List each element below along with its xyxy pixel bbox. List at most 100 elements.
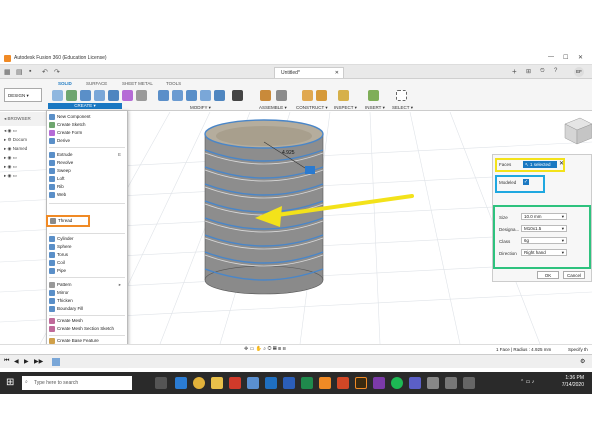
select-icon[interactable] (396, 90, 407, 101)
axis-icon[interactable] (316, 90, 327, 101)
menu-item-create-mesh[interactable]: Create Mesh (47, 317, 127, 325)
timeline-start-icon[interactable]: ⏮ (4, 358, 9, 365)
menu-item-create-form[interactable]: Create Form (47, 129, 127, 137)
app-icon[interactable] (445, 377, 457, 389)
help-icon[interactable]: ? (554, 68, 557, 74)
teams-icon[interactable] (409, 377, 421, 389)
menu-item-sweep[interactable]: Sweep (47, 167, 127, 175)
as-built-joint-icon[interactable] (276, 90, 287, 101)
task-view-icon[interactable] (155, 377, 167, 389)
construct-group-label[interactable]: CONSTRUCT ▾ (296, 105, 328, 111)
acrobat-icon[interactable] (229, 377, 241, 389)
menu-item-thicken[interactable]: Thicken (47, 297, 127, 305)
edge-icon[interactable] (175, 377, 187, 389)
avatar[interactable]: EF (574, 67, 584, 77)
tab-tools[interactable]: TOOLS (166, 81, 181, 86)
app-icon[interactable] (427, 377, 439, 389)
file-explorer-icon[interactable] (211, 377, 223, 389)
menu-item-loft[interactable]: Loft (47, 175, 127, 183)
menu-item-create-mesh-section-sketch[interactable]: Create Mesh Section Sketch (47, 325, 127, 333)
close-icon[interactable]: ✕ (578, 54, 583, 61)
menu-item-cylinder[interactable]: Cylinder (47, 235, 127, 243)
measure-icon[interactable] (338, 90, 349, 101)
app-icon[interactable] (463, 377, 475, 389)
faces-selection-button[interactable]: ↖ 1 selected (523, 161, 557, 168)
threaded-cylinder[interactable] (204, 119, 324, 295)
assemble-group-label[interactable]: ASSEMBLE ▾ (259, 105, 287, 111)
excel-icon[interactable] (301, 377, 313, 389)
ok-button[interactable]: OK (537, 271, 559, 279)
sketch-icon[interactable] (66, 90, 77, 101)
document-tab[interactable]: Untitled* ✕ (274, 67, 344, 78)
combine-icon[interactable] (214, 90, 225, 101)
form-icon[interactable] (122, 90, 133, 101)
minimize-icon[interactable]: — (548, 54, 554, 60)
browser-item-origin[interactable]: ▸ ◉ ▭ (4, 155, 17, 161)
menu-item-pattern[interactable]: Pattern ▸ (47, 281, 127, 289)
menu-item-torus[interactable]: Torus (47, 251, 127, 259)
create-menu-trigger[interactable]: CREATE ▾ (48, 103, 122, 109)
timeline-settings-icon[interactable]: ⚙ (580, 358, 585, 365)
fusion-icon[interactable] (319, 377, 331, 389)
redo-icon[interactable]: ↷ (54, 68, 60, 76)
shell-icon[interactable] (200, 90, 211, 101)
timeline-feature-icon[interactable] (52, 358, 60, 366)
browser-item-documents[interactable]: ▸ ⚙ Docum (4, 137, 27, 143)
taskbar-search-input[interactable]: ⌕ Type here to search (22, 376, 132, 390)
undo-icon[interactable]: ↶ (42, 68, 48, 76)
taskbar-clock[interactable]: 1:36 PM 7/14/2020 (562, 375, 584, 389)
illustrator-icon[interactable] (355, 377, 367, 389)
timeline-prev-icon[interactable]: ◀ (14, 358, 19, 365)
modify-group-label[interactable]: MODIFY ▾ (190, 105, 211, 111)
press-pull-icon[interactable] (158, 90, 169, 101)
browser-item-sketches[interactable]: ▸ ◉ ▭ (4, 173, 17, 179)
modeled-checkbox[interactable]: ✓ (523, 179, 529, 185)
class-select[interactable]: 6g ▾ (521, 237, 567, 244)
menu-item-pipe[interactable]: Pipe (47, 267, 127, 275)
notifications-icon[interactable]: ⏲ (540, 68, 545, 75)
menu-item-revolve[interactable]: Revolve (47, 159, 127, 167)
maximize-icon[interactable]: ☐ (563, 54, 568, 61)
clear-selection-icon[interactable]: ✕ (559, 160, 564, 167)
menu-item-thread[interactable]: Thread (46, 215, 90, 227)
menu-item-create-sketch[interactable]: Create Sketch (47, 121, 127, 129)
menu-item-extrude[interactable]: Extrude E (47, 151, 127, 159)
chamfer-icon[interactable] (186, 90, 197, 101)
system-tray-icons[interactable]: ⌃ ▭ ♪ (520, 379, 534, 385)
timeline-next-icon[interactable]: ▶▶ (34, 358, 43, 365)
navigation-tools[interactable]: ✥ ▭ ✋ ⌕ ◎ ▦ ⊞ ⊟ (244, 346, 286, 352)
grid-menu-icon[interactable]: ▦ (4, 68, 11, 76)
designation-select[interactable]: M10x1.5 ▾ (521, 225, 567, 232)
spotify-icon[interactable] (391, 377, 403, 389)
word-icon[interactable] (283, 377, 295, 389)
revolve-icon[interactable] (94, 90, 105, 101)
tab-solid[interactable]: SOLID (58, 81, 72, 86)
select-group-label[interactable]: SELECT ▾ (392, 105, 413, 111)
outlook-icon[interactable] (265, 377, 277, 389)
fillet-icon[interactable] (172, 90, 183, 101)
browser-item-root[interactable]: ◂ ◉ ▭ (4, 128, 17, 134)
browser-item-bodies[interactable]: ▸ ◉ ▭ (4, 164, 17, 170)
insert-group-label[interactable]: INSERT ▾ (365, 105, 385, 111)
chrome-icon[interactable] (193, 377, 205, 389)
viewcube-icon[interactable] (564, 117, 592, 145)
onenote-icon[interactable] (373, 377, 385, 389)
menu-item-derive[interactable]: Derive (47, 137, 127, 145)
menu-item-sphere[interactable]: Sphere (47, 243, 127, 251)
menu-item-rib[interactable]: Rib (47, 183, 127, 191)
move-icon[interactable] (232, 90, 243, 101)
browser-item-named[interactable]: ▸ ◉ Named (4, 146, 27, 152)
store-icon[interactable] (247, 377, 259, 389)
menu-item-new-component[interactable]: New Component (47, 113, 127, 121)
direction-select[interactable]: Right hand ▾ (521, 249, 567, 256)
extensions-icon[interactable]: ⊞ (526, 68, 531, 75)
menu-item-coil[interactable]: Coil (47, 259, 127, 267)
new-joint-icon[interactable] (260, 90, 271, 101)
manipulator-handle[interactable] (305, 166, 315, 174)
offset-plane-icon[interactable] (302, 90, 313, 101)
new-component-icon[interactable] (52, 90, 63, 101)
insert-image-icon[interactable] (368, 90, 379, 101)
tab-sheet-metal[interactable]: SHEET METAL (122, 81, 153, 86)
workspace-design-button[interactable]: DESIGN ▾ (4, 88, 42, 102)
hole-icon[interactable] (108, 90, 119, 101)
